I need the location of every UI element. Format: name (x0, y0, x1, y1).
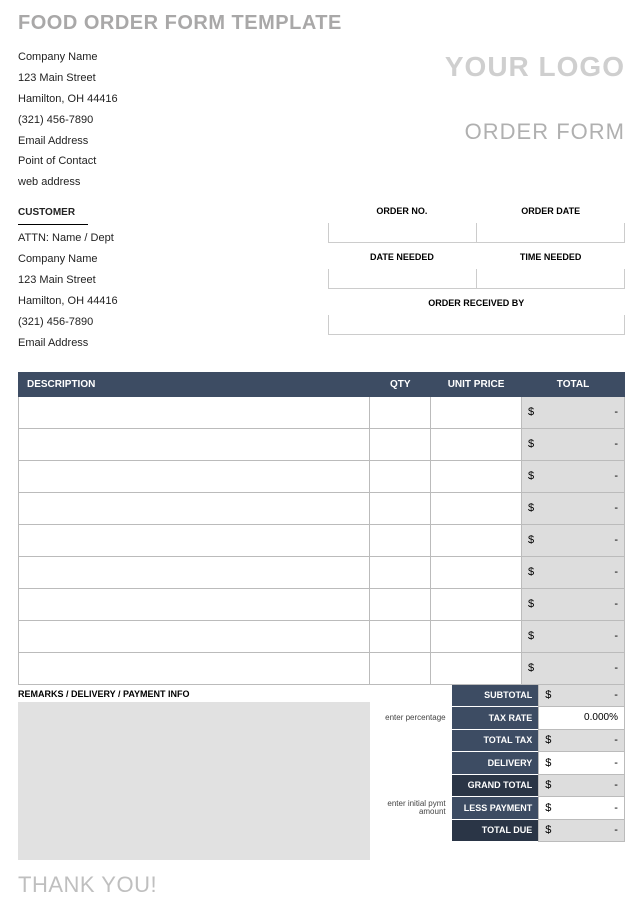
table-row: $- (19, 588, 625, 620)
remarks-label: REMARKS / DELIVERY / PAYMENT INFO (18, 685, 370, 702)
customer-email[interactable]: Email Address (18, 333, 309, 354)
order-date-label: ORDER DATE (476, 203, 625, 219)
table-row: $- (19, 492, 625, 524)
item-description-cell[interactable] (19, 396, 370, 428)
customer-street[interactable]: 123 Main Street (18, 270, 309, 291)
item-price-cell[interactable] (431, 492, 522, 524)
date-needed-label: DATE NEEDED (328, 249, 477, 265)
item-qty-cell[interactable] (370, 556, 431, 588)
less-payment-field[interactable]: $- (538, 797, 625, 820)
customer-city[interactable]: Hamilton, OH 44416 (18, 291, 309, 312)
total-due-label: TOTAL DUE (452, 820, 539, 843)
item-description-cell[interactable] (19, 556, 370, 588)
item-price-cell[interactable] (431, 620, 522, 652)
item-total-cell: $- (521, 460, 624, 492)
item-qty-cell[interactable] (370, 460, 431, 492)
company-city[interactable]: Hamilton, OH 44416 (18, 89, 118, 110)
item-qty-cell[interactable] (370, 588, 431, 620)
item-price-cell[interactable] (431, 556, 522, 588)
item-total-cell: $- (521, 588, 624, 620)
page-title: FOOD ORDER FORM TEMPLATE (18, 12, 625, 35)
item-qty-cell[interactable] (370, 428, 431, 460)
item-qty-cell[interactable] (370, 524, 431, 556)
company-name[interactable]: Company Name (18, 47, 118, 68)
grand-total-label: GRAND TOTAL (452, 775, 539, 798)
totals-block: SUBTOTAL $- enter percentage TAX RATE 0.… (370, 685, 625, 860)
customer-phone[interactable]: (321) 456-7890 (18, 312, 309, 333)
company-street[interactable]: 123 Main Street (18, 68, 118, 89)
customer-company[interactable]: Company Name (18, 249, 309, 270)
items-table: DESCRIPTION QTY UNIT PRICE TOTAL $-$-$-$… (18, 372, 625, 685)
order-form-heading: ORDER FORM (445, 119, 625, 145)
grand-total-value: $- (538, 775, 625, 798)
item-description-cell[interactable] (19, 428, 370, 460)
item-total-cell: $- (521, 556, 624, 588)
total-due-value: $- (538, 820, 625, 843)
time-needed-field[interactable] (477, 269, 625, 289)
item-price-cell[interactable] (431, 428, 522, 460)
col-header-qty: QTY (370, 372, 431, 396)
company-email[interactable]: Email Address (18, 131, 118, 152)
item-total-cell: $- (521, 492, 624, 524)
item-description-cell[interactable] (19, 460, 370, 492)
table-row: $- (19, 556, 625, 588)
item-total-cell: $- (521, 620, 624, 652)
item-total-cell: $- (521, 524, 624, 556)
item-description-cell[interactable] (19, 588, 370, 620)
item-qty-cell[interactable] (370, 652, 431, 684)
customer-section-label: CUSTOMER (18, 203, 88, 225)
less-payment-hint: enter initial pymt amount (370, 797, 452, 820)
tax-rate-label: TAX RATE (452, 707, 539, 730)
item-total-cell: $- (521, 428, 624, 460)
item-description-cell[interactable] (19, 652, 370, 684)
table-row: $- (19, 428, 625, 460)
item-price-cell[interactable] (431, 588, 522, 620)
remarks-field[interactable] (18, 702, 370, 860)
total-tax-value: $- (538, 730, 625, 753)
item-qty-cell[interactable] (370, 492, 431, 524)
table-row: $- (19, 620, 625, 652)
table-row: $- (19, 396, 625, 428)
item-price-cell[interactable] (431, 652, 522, 684)
item-description-cell[interactable] (19, 620, 370, 652)
thank-you-text: THANK YOU! (18, 872, 625, 898)
time-needed-label: TIME NEEDED (476, 249, 625, 265)
less-payment-label: LESS PAYMENT (452, 797, 539, 820)
delivery-field[interactable]: $- (538, 752, 625, 775)
company-phone[interactable]: (321) 456-7890 (18, 110, 118, 131)
logo-placeholder: YOUR LOGO (445, 51, 625, 83)
table-row: $- (19, 652, 625, 684)
tax-rate-hint: enter percentage (370, 707, 452, 730)
item-description-cell[interactable] (19, 524, 370, 556)
table-row: $- (19, 524, 625, 556)
delivery-label: DELIVERY (452, 752, 539, 775)
item-qty-cell[interactable] (370, 396, 431, 428)
total-tax-label: TOTAL TAX (452, 730, 539, 753)
customer-attn[interactable]: ATTN: Name / Dept (18, 228, 309, 249)
company-web[interactable]: web address (18, 172, 118, 193)
col-header-total: TOTAL (521, 372, 624, 396)
item-price-cell[interactable] (431, 396, 522, 428)
company-contact[interactable]: Point of Contact (18, 151, 118, 172)
subtotal-label: SUBTOTAL (452, 685, 539, 708)
received-by-label: ORDER RECEIVED BY (328, 295, 625, 311)
item-price-cell[interactable] (431, 460, 522, 492)
order-no-label: ORDER NO. (328, 203, 477, 219)
tax-rate-field[interactable]: 0.000% (538, 707, 625, 730)
date-needed-field[interactable] (328, 269, 477, 289)
table-row: $- (19, 460, 625, 492)
item-description-cell[interactable] (19, 492, 370, 524)
order-date-field[interactable] (477, 223, 625, 243)
received-by-field[interactable] (328, 315, 625, 335)
item-price-cell[interactable] (431, 524, 522, 556)
item-total-cell: $- (521, 652, 624, 684)
subtotal-value: $- (538, 685, 625, 708)
company-info-block: Company Name 123 Main Street Hamilton, O… (18, 47, 118, 193)
order-no-field[interactable] (328, 223, 477, 243)
col-header-description: DESCRIPTION (19, 372, 370, 396)
item-total-cell: $- (521, 396, 624, 428)
col-header-unit-price: UNIT PRICE (431, 372, 522, 396)
item-qty-cell[interactable] (370, 620, 431, 652)
